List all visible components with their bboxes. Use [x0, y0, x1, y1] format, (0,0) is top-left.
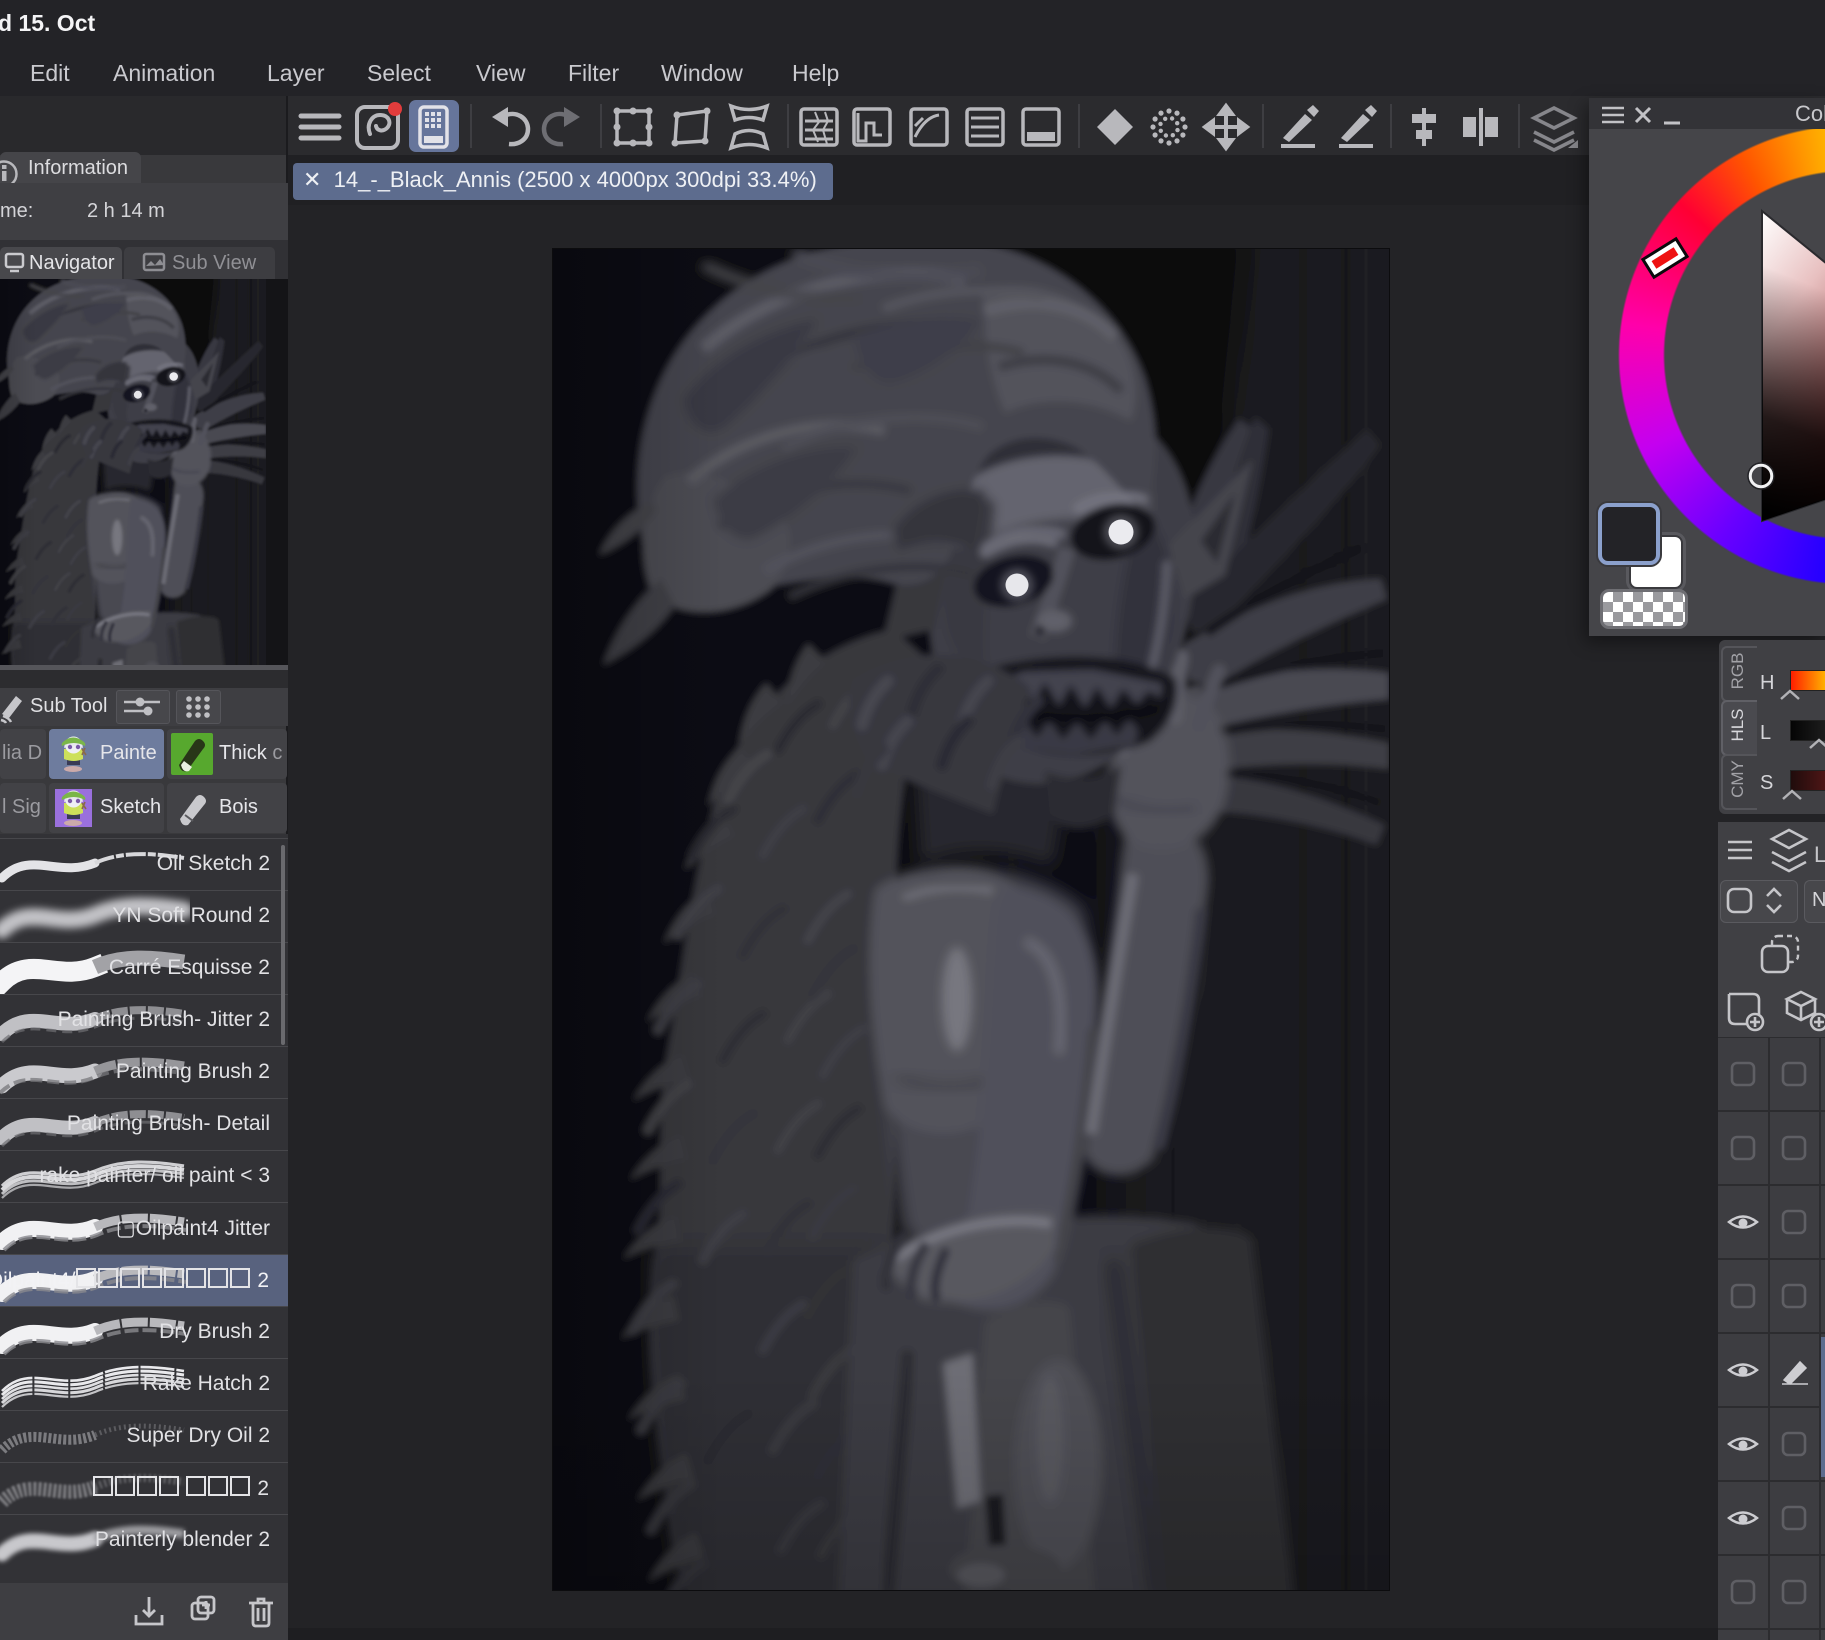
- svg-text:L: L: [1814, 842, 1825, 867]
